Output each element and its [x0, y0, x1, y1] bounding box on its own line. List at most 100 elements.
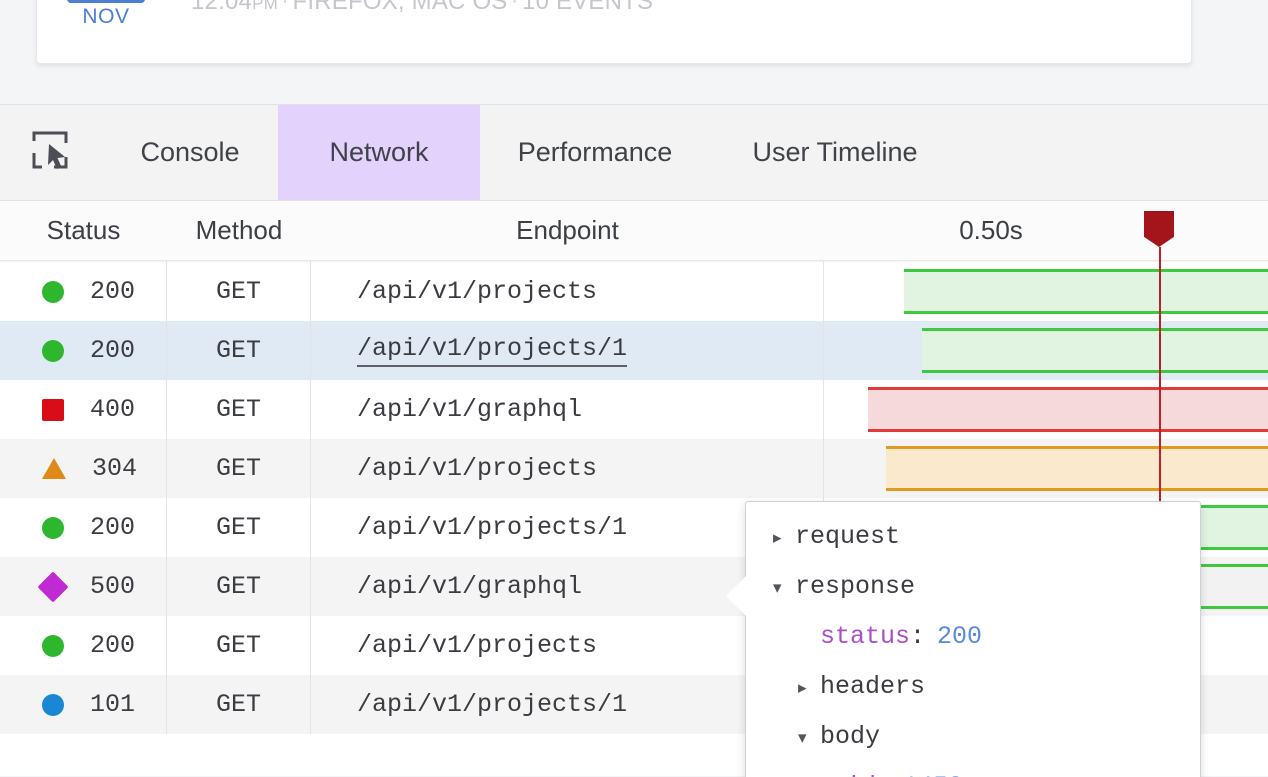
status-circle-icon: [42, 339, 64, 362]
cell-status: 500: [0, 557, 167, 616]
popover-line[interactable]: ▾ body: [746, 722, 1200, 772]
popover-line[interactable]: ▾ response: [746, 572, 1200, 622]
cell-method: GET: [167, 498, 311, 557]
cell-endpoint: /api/v1/projects: [311, 262, 824, 321]
tab-user-timeline[interactable]: User Timeline: [710, 105, 960, 200]
popover-key: status: [820, 622, 911, 651]
timeline-scale-label: 0.50s: [959, 215, 1023, 245]
inspect-element-icon: [28, 127, 74, 178]
tab-performance-label: Performance: [517, 137, 673, 167]
cell-method: GET: [167, 439, 311, 498]
date-month-label: NOV: [82, 4, 130, 28]
popover-json-tree: ▸ request ▾ response status:200 ▸ headers ▾ body…: [746, 522, 1200, 777]
column-header-status-label: Status: [46, 215, 121, 245]
session-meta-line: 12:04PM · FIREFOX, MAC OS · 10 EVENTS: [191, 0, 653, 16]
tab-performance[interactable]: Performance: [480, 105, 710, 200]
endpoint-label[interactable]: /api/v1/projects/1: [357, 334, 628, 367]
column-header-endpoint[interactable]: Endpoint: [311, 215, 824, 246]
column-header-method[interactable]: Method: [167, 215, 311, 246]
popover-key: id: [846, 772, 876, 777]
table-header-row: Status Method Endpoint 0.50s: [0, 201, 1268, 261]
status-square-icon: [42, 398, 64, 421]
caret-down-icon[interactable]: ▾: [798, 728, 820, 749]
popover-line[interactable]: ▸ headers: [746, 672, 1200, 722]
endpoint-label[interactable]: /api/v1/projects: [357, 454, 597, 483]
status-triangle-icon: [42, 458, 66, 479]
endpoint-label[interactable]: /api/v1/projects: [357, 631, 597, 660]
session-date-badge: NOV: [67, 0, 145, 29]
tab-network[interactable]: Network: [278, 105, 480, 200]
cell-endpoint: /api/v1/graphql: [311, 380, 824, 439]
status-code-label: 200: [90, 631, 136, 660]
network-request-table: Status Method Endpoint 0.50s 200 GET/api/…: [0, 201, 1268, 777]
column-header-timeline[interactable]: 0.50s: [824, 215, 1268, 246]
session-event-count: 10 EVENTS: [522, 0, 654, 15]
popover-line[interactable]: id: 1453: [746, 772, 1200, 777]
method-label: GET: [215, 631, 261, 660]
endpoint-label[interactable]: /api/v1/projects: [357, 277, 597, 306]
popover-value: 1453: [903, 772, 963, 777]
waterfall-bar[interactable]: [903, 269, 1268, 314]
status-code-label: 200: [90, 513, 136, 542]
popover-colon: :: [910, 622, 926, 651]
column-header-status[interactable]: Status: [0, 215, 167, 246]
popover-key: headers: [820, 672, 926, 701]
status-code-label: 304: [92, 454, 138, 483]
session-ampm: PM: [252, 0, 278, 13]
table-row[interactable]: 304 GET/api/v1/projects: [0, 439, 1268, 498]
status-circle-icon: [42, 693, 64, 716]
devtools-tabstrip: Console Network Performance User Timelin…: [0, 105, 1268, 201]
endpoint-label[interactable]: /api/v1/projects/1: [357, 513, 627, 542]
popover-key: request: [795, 522, 901, 551]
status-code-label: 200: [90, 336, 136, 365]
method-label: GET: [215, 336, 261, 365]
table-row[interactable]: 200 GET/api/v1/projects/1: [0, 321, 1268, 380]
table-row[interactable]: 200 GET/api/v1/projects: [0, 262, 1268, 321]
popover-line[interactable]: status:200: [746, 622, 1200, 672]
cell-method: GET: [167, 616, 311, 675]
method-label: GET: [215, 277, 261, 306]
meta-separator-2: ·: [511, 0, 519, 12]
session-browser-os: FIREFOX, MAC OS: [292, 0, 508, 15]
status-code-label: 200: [90, 277, 136, 306]
method-label: GET: [215, 690, 261, 719]
popover-key: response: [795, 572, 916, 601]
column-header-endpoint-label: Endpoint: [516, 215, 619, 245]
session-header-card[interactable]: NOV 12:04PM · FIREFOX, MAC OS · 10 EVENTS: [36, 0, 1192, 64]
cell-status: 101: [0, 675, 167, 734]
method-label: GET: [215, 572, 261, 601]
tab-console[interactable]: Console: [102, 105, 278, 200]
status-code-label: 400: [90, 395, 136, 424]
status-code-label: 101: [90, 690, 136, 719]
cell-method: GET: [167, 321, 311, 380]
table-row[interactable]: 400 GET/api/v1/graphql: [0, 380, 1268, 439]
popover-value: 200: [937, 622, 983, 651]
popover-line[interactable]: ▸ request: [746, 522, 1200, 572]
meta-separator-1: ·: [281, 0, 289, 12]
cell-method: GET: [167, 262, 311, 321]
waterfall-bar[interactable]: [868, 387, 1268, 432]
request-detail-popover[interactable]: ▸ request ▾ response status:200 ▸ headers ▾ body…: [726, 501, 1201, 777]
waterfall-bar[interactable]: [921, 328, 1268, 373]
status-circle-icon: [42, 280, 64, 303]
endpoint-label[interactable]: /api/v1/graphql: [357, 395, 582, 424]
status-code-label: 500: [90, 572, 136, 601]
cell-method: GET: [167, 380, 311, 439]
endpoint-label[interactable]: /api/v1/graphql: [357, 572, 582, 601]
inspect-element-button[interactable]: [0, 105, 102, 200]
cell-endpoint: /api/v1/projects/1: [311, 321, 824, 380]
cell-method: GET: [167, 675, 311, 734]
cell-status: 200: [0, 616, 167, 675]
status-circle-icon: [42, 634, 64, 657]
cell-status: 200: [0, 262, 167, 321]
caret-down-icon[interactable]: ▾: [773, 578, 795, 599]
cell-endpoint: /api/v1/projects: [311, 439, 824, 498]
caret-right-icon[interactable]: ▸: [773, 528, 795, 549]
tab-console-label: Console: [140, 137, 240, 167]
endpoint-label[interactable]: /api/v1/projects/1: [357, 690, 627, 719]
method-label: GET: [215, 454, 261, 483]
caret-right-icon[interactable]: ▸: [798, 678, 820, 699]
tab-user-timeline-label: User Timeline: [752, 137, 918, 167]
waterfall-bar[interactable]: [886, 446, 1268, 491]
column-header-method-label: Method: [195, 215, 283, 245]
